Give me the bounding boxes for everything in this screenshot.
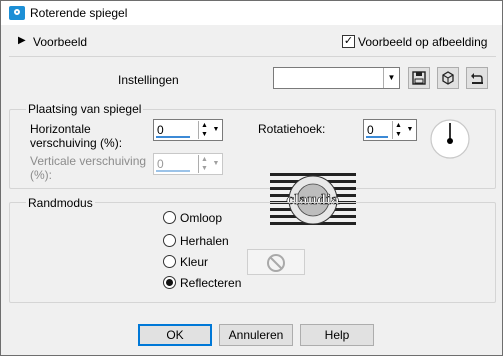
rotation-angle-label: Rotatiehoek: [258, 122, 326, 136]
vertical-offset-bar [156, 170, 190, 172]
rotation-angle-bar [366, 136, 388, 138]
rotation-angle-spinner[interactable]: 0 ▲ ▼ ▼ [363, 119, 417, 141]
vertical-offset-label-1: Verticale verschuiving [30, 154, 147, 168]
radio-herhalen[interactable] [163, 234, 176, 247]
divider [9, 56, 496, 57]
save-preset-button[interactable] [408, 67, 430, 89]
ok-button[interactable]: OK [138, 324, 212, 346]
spin-up-icon[interactable]: ▲ [199, 121, 210, 130]
vertical-offset-label-2: (%): [30, 168, 52, 182]
horizontal-offset-label-2: verschuiving (%): [30, 136, 123, 150]
spin-arrows[interactable]: ▲ ▼ [392, 121, 404, 139]
reset-button[interactable] [466, 67, 488, 89]
angle-dial-icon[interactable] [429, 118, 471, 160]
spin-down-icon[interactable]: ▼ [199, 130, 210, 139]
radio-kleur-label[interactable]: Kleur [180, 255, 208, 269]
dropdown-arrow-icon[interactable]: ▼ [383, 68, 399, 88]
preview-toggle-label[interactable]: Voorbeeld [33, 35, 87, 49]
spin-up-icon: ▲ [201, 156, 208, 163]
placement-legend: Plaatsing van spiegel [26, 102, 144, 116]
radio-omloop[interactable] [163, 211, 176, 224]
rotation-angle-value: 0 [367, 123, 374, 137]
dropdown-arrow-icon: ▼ [212, 160, 220, 167]
radio-herhalen-label[interactable]: Herhalen [180, 234, 229, 248]
radio-omloop-label[interactable]: Omloop [180, 211, 222, 225]
window-title: Roterende spiegel [30, 6, 128, 20]
vertical-offset-value: 0 [157, 157, 164, 171]
app-icon [9, 6, 25, 20]
expand-arrow-icon[interactable]: ▶ [18, 35, 26, 46]
radio-reflecteren[interactable] [163, 276, 176, 289]
settings-label: Instellingen [118, 73, 179, 87]
radio-reflecteren-label[interactable]: Reflecteren [180, 276, 241, 290]
delete-icon [442, 71, 454, 85]
preview-on-image-checkbox[interactable]: ✓ [342, 35, 355, 48]
title-bar: Roterende spiegel [1, 1, 502, 25]
save-icon [412, 71, 426, 85]
settings-dropdown[interactable]: ▼ [273, 67, 400, 89]
disabled-color-icon [267, 254, 285, 272]
dropdown-arrow-icon[interactable]: ▼ [211, 121, 221, 139]
spin-up-icon[interactable]: ▲ [393, 121, 404, 130]
edge-mode-legend: Randmodus [26, 196, 95, 210]
horizontal-offset-label-1: Horizontale [30, 122, 91, 136]
spin-down-icon[interactable]: ▼ [393, 130, 404, 139]
dialog-window: Roterende spiegel ▶ Voorbeeld ✓ Voorbeel… [0, 0, 503, 356]
dropdown-arrow-icon[interactable]: ▼ [405, 121, 415, 139]
horizontal-offset-spinner[interactable]: 0 ▲ ▼ ▼ [153, 119, 223, 141]
preview-on-image-label: Voorbeeld op afbeelding [358, 35, 488, 49]
delete-preset-button[interactable] [437, 67, 459, 89]
spin-down-icon: ▼ [201, 165, 208, 172]
spin-arrows: ▲ ▼ [198, 155, 210, 173]
spin-arrows[interactable]: ▲ ▼ [198, 121, 210, 139]
horizontal-offset-bar [156, 136, 190, 138]
reset-icon [471, 73, 483, 84]
cancel-button[interactable]: Annuleren [219, 324, 293, 346]
horizontal-offset-value: 0 [157, 123, 164, 137]
vertical-offset-spinner: 0 ▲ ▼ ▼ [153, 153, 223, 175]
color-swatch-button [247, 249, 305, 275]
radio-kleur[interactable] [163, 255, 176, 268]
help-button[interactable]: Help [300, 324, 374, 346]
